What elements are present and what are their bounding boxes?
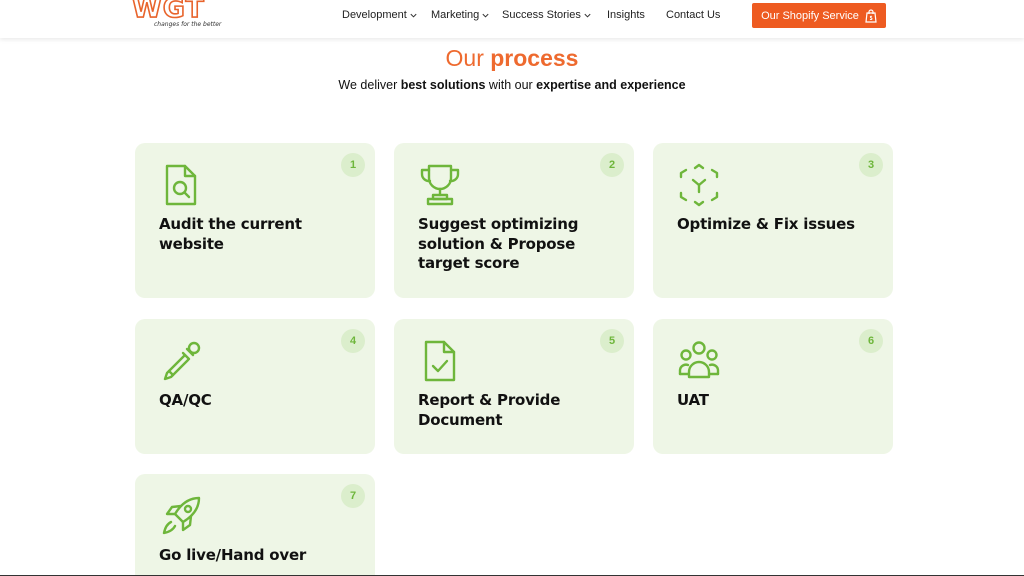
nav-contact-us[interactable]: Contact Us xyxy=(666,9,720,21)
section-subtitle: We deliver best solutions with our exper… xyxy=(0,78,1024,92)
nav-success-stories[interactable]: Success Stories xyxy=(502,9,592,21)
process-step-card: 3 Optimize & Fix issues xyxy=(653,143,893,298)
nav-contact-us-label: Contact Us xyxy=(666,9,721,21)
shopify-bag-icon xyxy=(865,8,877,23)
step-label: Optimize & Fix issues xyxy=(677,215,855,233)
pipette-icon xyxy=(163,341,201,381)
step-number-badge: 2 xyxy=(600,153,624,177)
step-number-badge: 4 xyxy=(341,329,365,353)
step-number-badge: 6 xyxy=(859,329,883,353)
site-header: WGT changes for the better Development M… xyxy=(0,0,1024,38)
subtitle-part-4: expertise and experience xyxy=(536,78,686,92)
step-label: Report & Provide Document xyxy=(418,391,561,429)
chevron-down-icon xyxy=(410,13,417,18)
step-number-badge: 5 xyxy=(600,329,624,353)
subtitle-part-3: with our xyxy=(485,78,537,92)
process-step-card: 6 UAT xyxy=(653,319,893,454)
title-bold: process xyxy=(490,45,579,71)
trophy-icon xyxy=(420,164,460,206)
cta-label: Our Shopify Service xyxy=(761,9,859,22)
arrows-converge-icon xyxy=(679,163,719,207)
subtitle-part-1: We deliver xyxy=(338,78,401,92)
users-icon xyxy=(678,341,720,379)
step-number-badge: 3 xyxy=(859,153,883,177)
step-label: Go live/Hand over xyxy=(159,546,307,564)
nav-development-label: Development xyxy=(342,9,407,21)
file-check-icon xyxy=(424,340,456,382)
nav-marketing-label: Marketing xyxy=(431,9,480,21)
step-number-badge: 7 xyxy=(341,484,365,508)
rocket-icon xyxy=(162,496,201,535)
process-step-card: 1 Audit the current website xyxy=(135,143,375,298)
nav-insights[interactable]: Insights xyxy=(607,9,645,21)
step-label: Audit the current website xyxy=(159,215,302,253)
step-label: UAT xyxy=(677,391,709,409)
nav-development[interactable]: Development xyxy=(342,9,418,21)
wgt-logo[interactable]: WGT changes for the better xyxy=(131,0,222,32)
step-number-badge: 1 xyxy=(341,153,365,177)
subtitle-part-2: best solutions xyxy=(400,78,486,92)
process-step-card: 4 QA/QC xyxy=(135,319,375,454)
step-label: QA/QC xyxy=(159,391,212,409)
file-search-icon xyxy=(165,164,197,206)
chevron-down-icon xyxy=(482,13,489,18)
title-light: Our xyxy=(445,45,484,71)
process-step-card: 5 Report & Provide Document xyxy=(394,319,634,454)
section-title: Our process xyxy=(0,45,1024,72)
process-step-card: 7 Go live/Hand over xyxy=(135,474,375,576)
step-label: Suggest optimizing solution & Propose ta… xyxy=(418,215,579,272)
chevron-down-icon xyxy=(584,13,591,18)
process-step-card: 2 Suggest optimizing solution & Propose … xyxy=(394,143,634,298)
shopify-service-button[interactable]: Our Shopify Service xyxy=(752,3,886,28)
logo-tagline: changes for the better xyxy=(154,21,222,28)
nav-marketing[interactable]: Marketing xyxy=(431,9,490,21)
nav-insights-label: Insights xyxy=(607,9,645,21)
nav-success-stories-label: Success Stories xyxy=(502,9,581,21)
